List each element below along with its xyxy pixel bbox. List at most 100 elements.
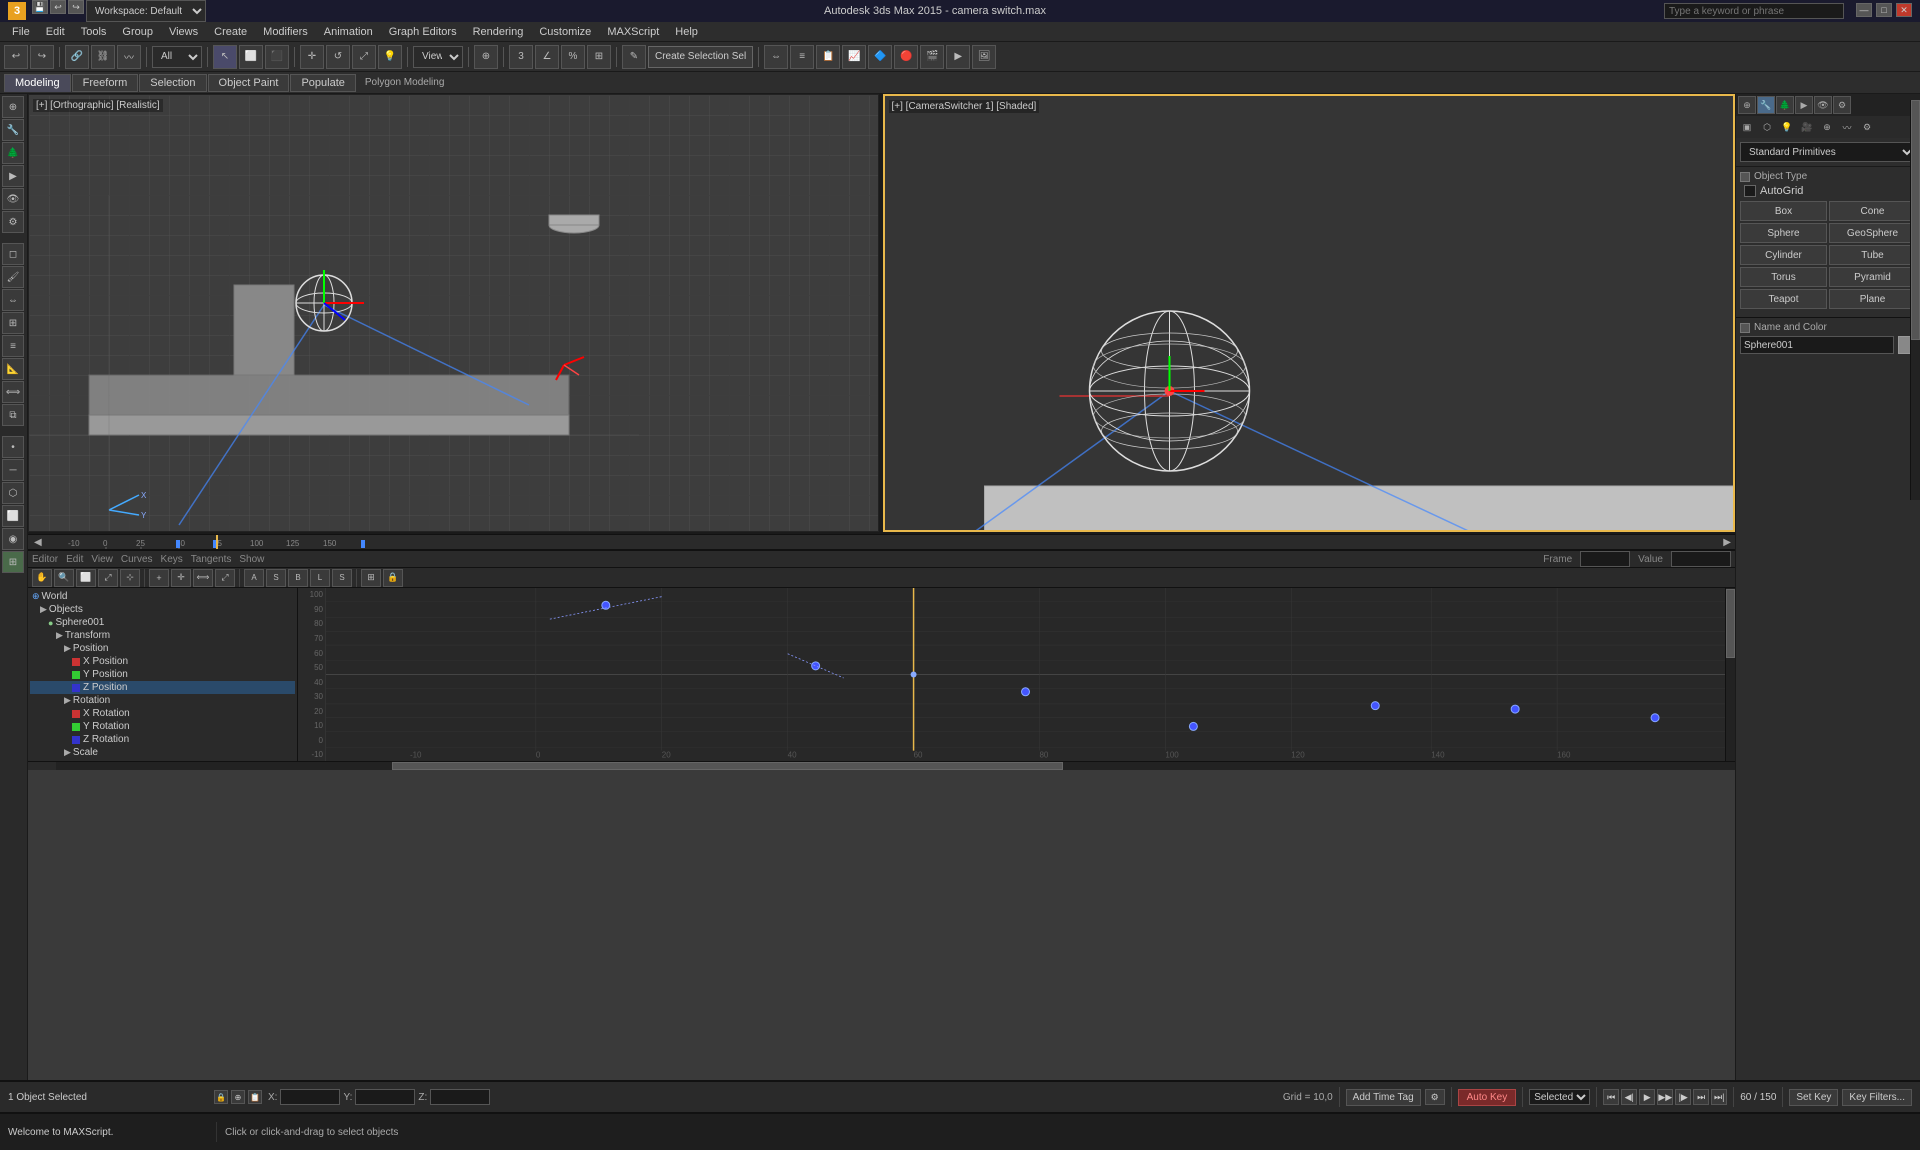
key-filters-btn[interactable]: Key Filters... <box>1842 1089 1912 1106</box>
paint-sel-btn[interactable]: 🖌 <box>2 266 24 288</box>
ge-slide-key-btn[interactable]: ⟺ <box>193 569 213 587</box>
material-btn[interactable]: 🔴 <box>894 45 918 69</box>
modify-tool[interactable]: 🔧 <box>2 119 24 141</box>
use-pivot-btn[interactable]: ⊕ <box>474 45 498 69</box>
graph-hscroll[interactable] <box>28 761 1735 770</box>
ge-lock-btn[interactable]: 🔒 <box>383 569 403 587</box>
help-search[interactable] <box>1664 3 1844 19</box>
ge-tangents-menu[interactable]: Tangents <box>191 554 232 565</box>
rp-sub-systems[interactable]: ⚙ <box>1858 118 1876 136</box>
ge-show-menu[interactable]: Show <box>239 554 264 565</box>
tree-rotation[interactable]: ▶ Rotation <box>30 694 295 707</box>
hscroll-track[interactable] <box>56 762 1735 770</box>
value-input[interactable] <box>1671 551 1731 567</box>
menu-rendering[interactable]: Rendering <box>465 24 532 40</box>
spinner-snap-btn[interactable]: ⊞ <box>587 45 611 69</box>
time-settings-btn[interactable]: ⚙ <box>1425 1089 1445 1105</box>
render-btn[interactable]: ▶ <box>946 45 970 69</box>
menu-help[interactable]: Help <box>667 24 706 40</box>
ge-pan-btn[interactable]: ✋ <box>32 569 52 587</box>
menu-views[interactable]: Views <box>161 24 206 40</box>
rp-tab-hierarchy[interactable]: 🌲 <box>1776 96 1794 114</box>
ge-tan-auto-btn[interactable]: A <box>244 569 264 587</box>
next-frame-btn[interactable]: ⏭ <box>1693 1089 1709 1105</box>
measure-btn[interactable]: 📐 <box>2 358 24 380</box>
loop-btn[interactable]: ⊞ <box>2 551 24 573</box>
array-btn[interactable]: ⊞ <box>2 312 24 334</box>
angle-snap-btn[interactable]: ∠ <box>535 45 559 69</box>
ge-editor-menu[interactable]: Editor <box>32 554 58 565</box>
quick-undo-btn[interactable]: ↩ <box>50 0 66 14</box>
tab-populate[interactable]: Populate <box>290 74 355 92</box>
rp-tab-motion[interactable]: ▶ <box>1795 96 1813 114</box>
btn-cylinder[interactable]: Cylinder <box>1740 245 1827 265</box>
tree-objects[interactable]: ▶ Objects <box>30 603 295 616</box>
move-btn[interactable]: ✛ <box>300 45 324 69</box>
tree-z-rotation[interactable]: Z Rotation <box>30 733 295 746</box>
utilities-tool[interactable]: ⚙ <box>2 211 24 233</box>
align-tool-btn[interactable]: ≡ <box>2 335 24 357</box>
coord-mode-icon[interactable]: ⊕ <box>231 1090 245 1104</box>
select-link-btn[interactable]: 🔗 <box>65 45 89 69</box>
ref-coord-dropdown[interactable]: View <box>413 46 463 68</box>
tab-freeform[interactable]: Freeform <box>72 74 139 92</box>
ge-tan-linear-btn[interactable]: L <box>310 569 330 587</box>
rp-sub-spacewarps[interactable]: 〰 <box>1838 118 1856 136</box>
tree-x-position[interactable]: X Position <box>30 655 295 668</box>
menu-modifiers[interactable]: Modifiers <box>255 24 316 40</box>
schematic-btn[interactable]: 🔷 <box>868 45 892 69</box>
add-time-tag-btn[interactable]: Add Time Tag <box>1346 1089 1421 1106</box>
tree-position[interactable]: ▶ Position <box>30 642 295 655</box>
world-node[interactable]: ⊕ World <box>30 590 295 603</box>
select-region-btn[interactable]: ⬜ <box>239 45 263 69</box>
ge-zoom-ext-btn[interactable]: ⤢ <box>98 569 118 587</box>
tree-transform[interactable]: ▶ Transform <box>30 629 295 642</box>
btn-cone[interactable]: Cone <box>1829 201 1916 221</box>
btn-teapot[interactable]: Teapot <box>1740 289 1827 309</box>
ge-edit-menu[interactable]: Edit <box>66 554 83 565</box>
minimize-btn[interactable]: — <box>1856 3 1872 17</box>
tab-selection[interactable]: Selection <box>139 74 206 92</box>
tree-y-position[interactable]: Y Position <box>30 668 295 681</box>
tree-x-rotation[interactable]: X Rotation <box>30 707 295 720</box>
menu-create[interactable]: Create <box>206 24 255 40</box>
tree-sphere001[interactable]: ● Sphere001 <box>30 616 295 629</box>
menu-graph-editors[interactable]: Graph Editors <box>381 24 465 40</box>
rp-tab-display[interactable]: 👁 <box>1814 96 1832 114</box>
menu-maxscript[interactable]: MAXScript <box>599 24 667 40</box>
tree-y-rotation[interactable]: Y Rotation <box>30 720 295 733</box>
sel-mode-btn[interactable]: ◻ <box>2 243 24 265</box>
frame-input[interactable] <box>1580 551 1630 567</box>
ge-zoom-region-btn[interactable]: ⬜ <box>76 569 96 587</box>
render-setup-btn[interactable]: 🎬 <box>920 45 944 69</box>
menu-file[interactable]: File <box>4 24 38 40</box>
y-coord-input[interactable] <box>355 1089 415 1105</box>
edge-btn[interactable]: ─ <box>2 459 24 481</box>
ge-zoom-sel-btn[interactable]: ⊹ <box>120 569 140 587</box>
window-crossing-btn[interactable]: ⬛ <box>265 45 289 69</box>
ge-snap-btn[interactable]: ⊞ <box>361 569 381 587</box>
btn-plane[interactable]: Plane <box>1829 289 1916 309</box>
timeline-ruler[interactable]: ◀ -10 0 25 50 75 100 125 150 <box>28 534 1735 550</box>
graph-vscroll[interactable] <box>1725 588 1735 761</box>
tree-scale[interactable]: ▶ Scale <box>30 746 295 759</box>
close-btn[interactable]: ✕ <box>1896 3 1912 17</box>
menu-edit[interactable]: Edit <box>38 24 73 40</box>
btn-geosphere[interactable]: GeoSphere <box>1829 223 1916 243</box>
spacing-btn[interactable]: ⟺ <box>2 381 24 403</box>
snap-toggle-btn[interactable]: 3 <box>509 45 533 69</box>
bind-space-warp-btn[interactable]: 〰 <box>117 45 141 69</box>
ge-tan-bezier-btn[interactable]: B <box>288 569 308 587</box>
quick-redo-btn[interactable]: ↪ <box>68 0 84 14</box>
rp-tab-create[interactable]: ⊕ <box>1738 96 1756 114</box>
hscroll-thumb[interactable] <box>392 762 1064 770</box>
hierarchy-tool[interactable]: 🌲 <box>2 142 24 164</box>
workspace-selector[interactable]: Workspace: Default <box>86 0 206 22</box>
prev-frame-btn[interactable]: ⏮ <box>1603 1089 1619 1105</box>
element-btn[interactable]: ◉ <box>2 528 24 550</box>
rp-sub-cameras[interactable]: 🎥 <box>1798 118 1816 136</box>
border-btn[interactable]: ⬡ <box>2 482 24 504</box>
ge-add-key-btn[interactable]: + <box>149 569 169 587</box>
ge-keys-menu[interactable]: Keys <box>161 554 183 565</box>
menu-group[interactable]: Group <box>114 24 161 40</box>
